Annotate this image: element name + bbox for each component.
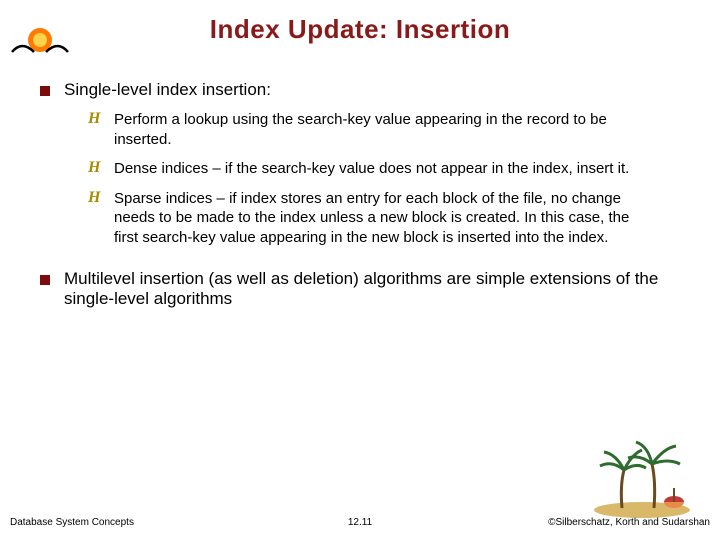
bullet-text: Single-level index insertion: (64, 80, 271, 100)
sub-bullet-text: Perform a lookup using the search-key va… (114, 110, 654, 149)
footer-right: ©Silberschatz, Korth and Sudarshan (548, 517, 710, 528)
slide-title: Index Update: Insertion (0, 0, 720, 45)
bullet-item: Single-level index insertion: (40, 80, 680, 100)
sub-bullet-item: H Perform a lookup using the search-key … (88, 110, 680, 149)
slide-content: Single-level index insertion: H Perform … (40, 80, 680, 317)
h-bullet-icon: H (88, 159, 104, 177)
sub-bullet-item: H Dense indices – if the search-key valu… (88, 159, 680, 179)
square-bullet-icon (40, 275, 50, 285)
bullet-item: Multilevel insertion (as well as deletio… (40, 269, 680, 309)
sun-decoration-icon (10, 18, 70, 68)
h-bullet-icon: H (88, 110, 104, 128)
sub-bullet-item: H Sparse indices – if index stores an en… (88, 189, 680, 248)
slide: Index Update: Insertion Single-level ind… (0, 0, 720, 540)
h-bullet-icon: H (88, 189, 104, 207)
square-bullet-icon (40, 86, 50, 96)
bullet-text: Multilevel insertion (as well as deletio… (64, 269, 680, 309)
sub-bullet-text: Dense indices – if the search-key value … (114, 159, 629, 179)
sub-bullet-text: Sparse indices – if index stores an entr… (114, 189, 654, 248)
footer-left: Database System Concepts (10, 517, 134, 528)
footer-center: 12.11 (348, 517, 372, 528)
palm-decoration-icon (582, 430, 702, 520)
